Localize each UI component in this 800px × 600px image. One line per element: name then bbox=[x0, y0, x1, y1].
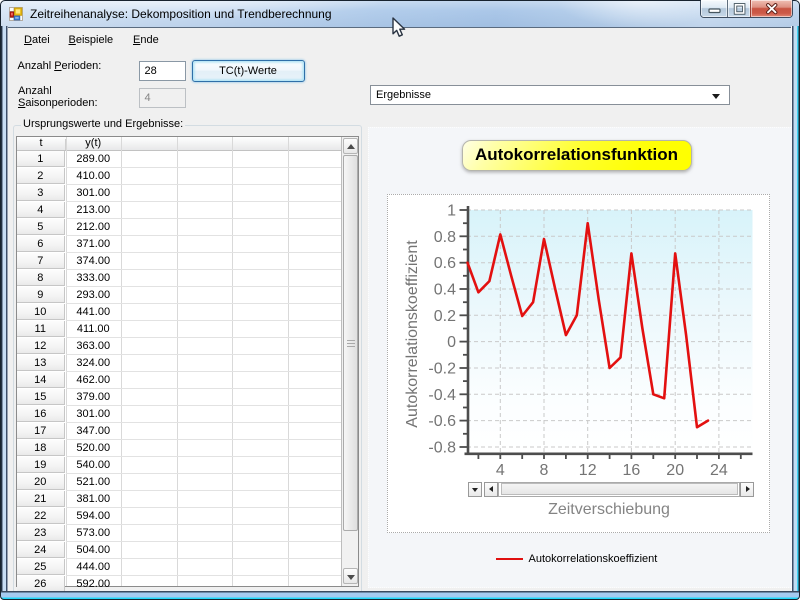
svg-text:Autokorrelationskoeffizient: Autokorrelationskoeffizient bbox=[404, 239, 421, 427]
svg-text:12: 12 bbox=[578, 462, 596, 479]
svg-text:1: 1 bbox=[447, 202, 456, 219]
svg-text:20: 20 bbox=[666, 462, 684, 479]
svg-text:16: 16 bbox=[622, 462, 640, 479]
svg-text:-0.6: -0.6 bbox=[428, 413, 456, 430]
svg-text:0: 0 bbox=[447, 334, 456, 351]
svg-text:-0.2: -0.2 bbox=[428, 360, 456, 377]
svg-text:-0.4: -0.4 bbox=[428, 386, 456, 403]
svg-text:4: 4 bbox=[495, 462, 504, 479]
svg-text:0.4: 0.4 bbox=[433, 281, 455, 298]
svg-text:8: 8 bbox=[539, 462, 548, 479]
svg-text:0.6: 0.6 bbox=[433, 255, 455, 272]
svg-text:0.2: 0.2 bbox=[433, 307, 455, 324]
svg-text:0.8: 0.8 bbox=[433, 228, 455, 245]
svg-text:24: 24 bbox=[710, 462, 728, 479]
svg-text:Zeitverschiebung: Zeitverschiebung bbox=[548, 501, 670, 518]
svg-text:-0.8: -0.8 bbox=[428, 439, 456, 456]
